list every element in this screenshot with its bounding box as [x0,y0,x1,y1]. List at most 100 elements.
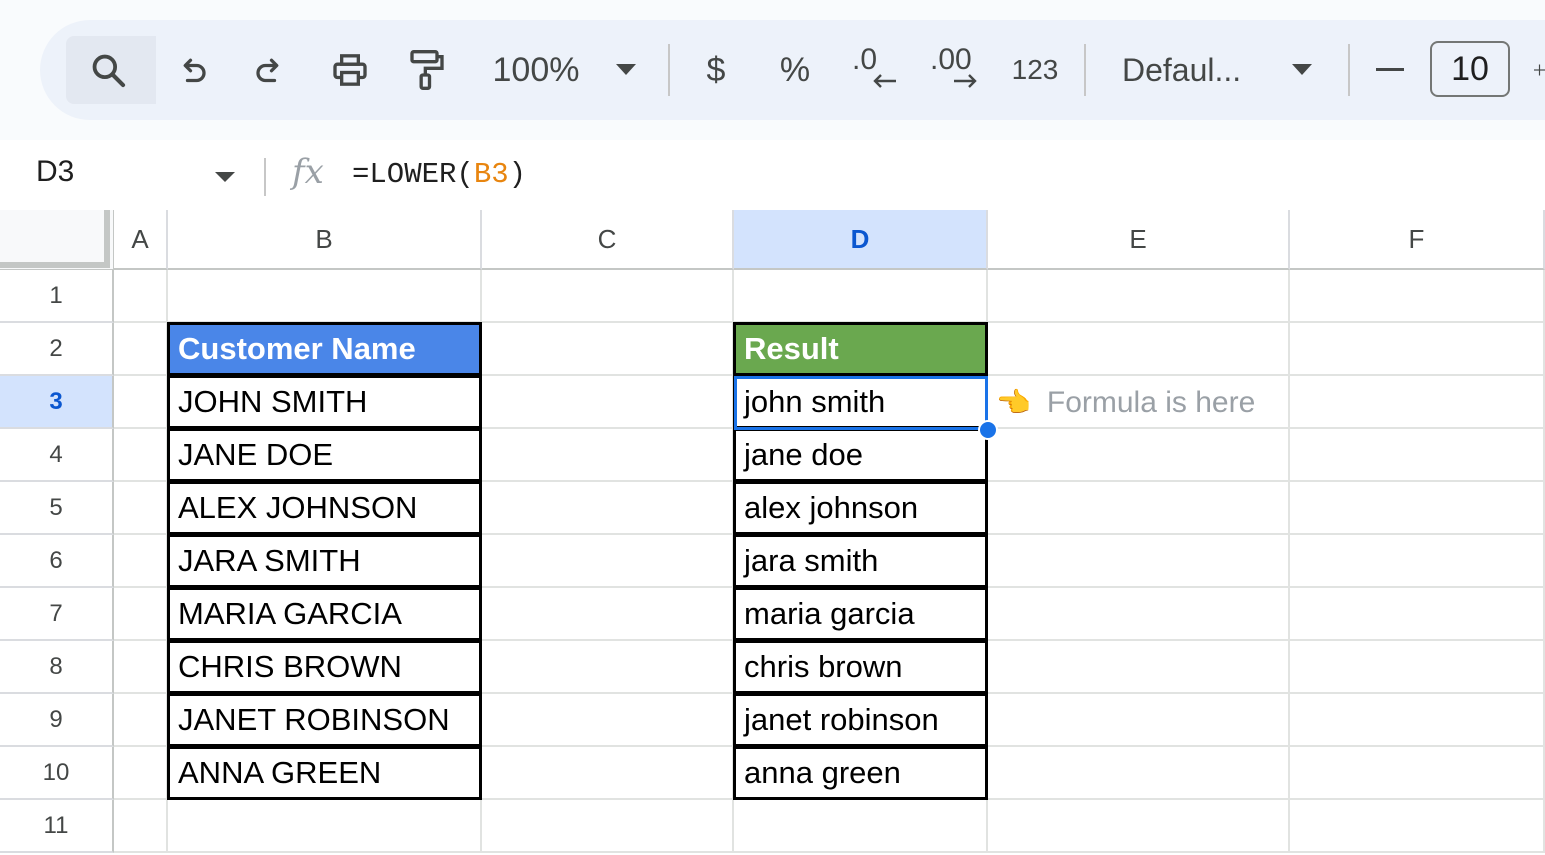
name-box[interactable]: D3 [36,155,74,189]
cell-f11[interactable] [1290,800,1545,853]
row-header-3[interactable]: 3 [0,376,114,429]
row-header-5[interactable]: 5 [0,482,114,535]
row-header-11[interactable]: 11 [0,800,114,853]
font-dropdown-button[interactable] [1288,20,1316,120]
fill-handle[interactable] [978,420,998,440]
cell-f2[interactable] [1290,323,1545,376]
cell-c8[interactable] [482,641,734,694]
cell-e1[interactable] [988,270,1290,323]
table-d-row[interactable]: alex johnson [733,481,988,535]
formula-input[interactable]: =LOWER(B3) [352,158,526,191]
cell-c7[interactable] [482,588,734,641]
table-d-row[interactable]: jara smith [733,534,988,588]
decrease-font-size-button[interactable] [1372,20,1408,120]
cell-a3[interactable] [114,376,168,429]
column-header-a[interactable]: A [114,210,168,270]
cell-e10[interactable] [988,747,1290,800]
cell-a1[interactable] [114,270,168,323]
cell-e7[interactable] [988,588,1290,641]
cell-c2[interactable] [482,323,734,376]
zoom-select[interactable]: 100% [486,20,586,120]
row-header-1[interactable]: 1 [0,270,114,323]
cell-e4[interactable] [988,429,1290,482]
cell-c10[interactable] [482,747,734,800]
more-formats-button[interactable]: 123 [1008,20,1062,120]
increase-font-size-button[interactable] [1528,20,1545,120]
cell-c9[interactable] [482,694,734,747]
table-d-row[interactable]: jane doe [733,428,988,482]
cell-c1[interactable] [482,270,734,323]
table-d-row[interactable]: john smith [733,375,988,429]
cell-a8[interactable] [114,641,168,694]
cell-e8[interactable] [988,641,1290,694]
table-d-row[interactable]: maria garcia [733,587,988,641]
name-box-dropdown[interactable] [214,170,236,188]
cell-a5[interactable] [114,482,168,535]
undo-button[interactable] [170,20,214,120]
table-d-row[interactable]: anna green [733,746,988,800]
table-b-row[interactable]: JANE DOE [167,428,482,482]
cell-a9[interactable] [114,694,168,747]
cell-c4[interactable] [482,429,734,482]
table-b-row[interactable]: JARA SMITH [167,534,482,588]
cell-c5[interactable] [482,482,734,535]
row-header-4[interactable]: 4 [0,429,114,482]
cell-a11[interactable] [114,800,168,853]
table-b-header[interactable]: Customer Name [167,322,482,376]
cell-f10[interactable] [1290,747,1545,800]
cell-a6[interactable] [114,535,168,588]
cell-c11[interactable] [482,800,734,853]
select-all-corner[interactable] [0,210,114,270]
table-d-row[interactable]: janet robinson [733,693,988,747]
cell-f6[interactable] [1290,535,1545,588]
row-header-7[interactable]: 7 [0,588,114,641]
font-family-select[interactable]: Defaul... [1122,20,1262,120]
table-b-row[interactable]: CHRIS BROWN [167,640,482,694]
column-header-e[interactable]: E [988,210,1290,270]
table-d-row[interactable]: chris brown [733,640,988,694]
cell-c6[interactable] [482,535,734,588]
cell-a10[interactable] [114,747,168,800]
table-b-row[interactable]: ALEX JOHNSON [167,481,482,535]
font-size-input[interactable]: 10 [1430,41,1510,97]
cell-d1[interactable] [734,270,988,323]
row-header-6[interactable]: 6 [0,535,114,588]
row-header-9[interactable]: 9 [0,694,114,747]
format-percent-button[interactable]: % [772,20,818,120]
cell-f1[interactable] [1290,270,1545,323]
column-header-c[interactable]: C [482,210,734,270]
search-button[interactable] [86,20,130,120]
decrease-decimal-button[interactable]: .0 [850,20,900,120]
format-currency-button[interactable]: $ [696,20,736,120]
cell-b1[interactable] [168,270,482,323]
column-header-f[interactable]: F [1290,210,1545,270]
cell-e5[interactable] [988,482,1290,535]
cell-f4[interactable] [1290,429,1545,482]
table-b-row[interactable]: MARIA GARCIA [167,587,482,641]
column-header-d[interactable]: D [734,210,988,270]
cell-f8[interactable] [1290,641,1545,694]
cell-f5[interactable] [1290,482,1545,535]
cell-e6[interactable] [988,535,1290,588]
cell-a4[interactable] [114,429,168,482]
cell-f9[interactable] [1290,694,1545,747]
table-b-row[interactable]: JANET ROBINSON [167,693,482,747]
spreadsheet-grid[interactable]: A B C D E F 1 2 Customer Name Result 3 JOHN SMITH jo… [0,210,1545,855]
paint-format-button[interactable] [404,20,450,120]
cell-b11[interactable] [168,800,482,853]
cell-d11[interactable] [734,800,988,853]
column-header-b[interactable]: B [168,210,482,270]
redo-button[interactable] [248,20,292,120]
table-b-row[interactable]: JOHN SMITH [167,375,482,429]
row-header-2[interactable]: 2 [0,323,114,376]
cell-e2[interactable] [988,323,1290,376]
table-d-header[interactable]: Result [733,322,988,376]
zoom-dropdown-button[interactable] [612,20,640,120]
row-header-10[interactable]: 10 [0,747,114,800]
cell-a2[interactable] [114,323,168,376]
table-b-row[interactable]: ANNA GREEN [167,746,482,800]
cell-e11[interactable] [988,800,1290,853]
cell-e9[interactable] [988,694,1290,747]
cell-f7[interactable] [1290,588,1545,641]
increase-decimal-button[interactable]: .00 [928,20,982,120]
